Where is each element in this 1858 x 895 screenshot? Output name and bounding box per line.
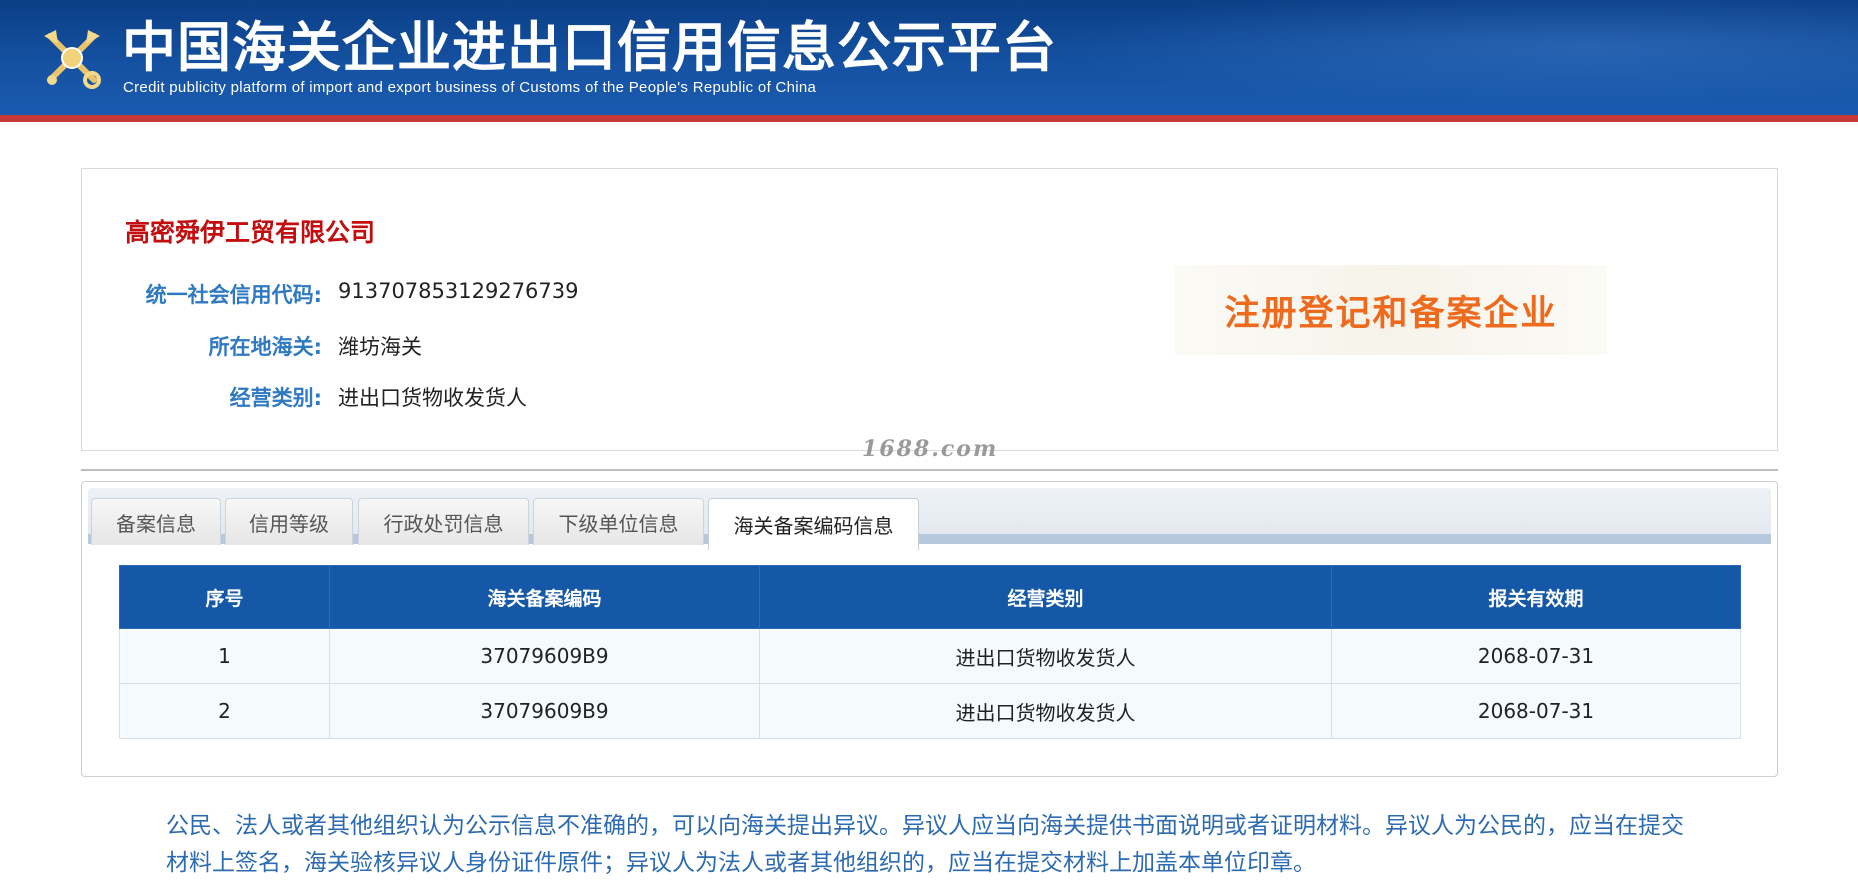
registration-stamp-text: 注册登记和备案企业	[1224, 293, 1558, 334]
col-header-index: 序号	[119, 565, 330, 629]
tab-bar: 备案信息 信用等级 行政处罚信息 下级单位信息 海关备案编码信息	[88, 488, 1771, 550]
customs-location-label: 所在地海关:	[208, 335, 322, 359]
cell-validity: 2068-07-31	[1331, 628, 1741, 684]
tab-panel: 备案信息 信用等级 行政处罚信息 下级单位信息 海关备案编码信息 序号 海关备案…	[81, 481, 1778, 777]
tab-admin-penalty[interactable]: 行政处罚信息	[358, 498, 529, 545]
col-header-code: 海关备案编码	[329, 565, 760, 629]
cell-index: 1	[119, 628, 330, 684]
customs-emblem-icon	[44, 30, 101, 89]
table-header-row: 序号 海关备案编码 经营类别 报关有效期	[119, 565, 1741, 629]
cell-code: 37079609B9	[329, 683, 760, 739]
cell-code: 37079609B9	[329, 628, 760, 684]
tab-credit-rating[interactable]: 信用等级	[225, 498, 353, 545]
cell-index: 2	[119, 683, 330, 739]
business-type-value: 进出口货物收发货人	[338, 386, 527, 410]
customs-code-table: 序号 海关备案编码 经营类别 报关有效期 1 37079609B9 进出口货物收…	[119, 565, 1741, 739]
registration-stamp: 注册登记和备案企业	[1175, 265, 1607, 355]
site-header: 中国海关企业进出口信用信息公示平台 Credit publicity platf…	[0, 0, 1858, 122]
cell-business-type: 进出口货物收发货人	[759, 628, 1332, 684]
tab-filing-info[interactable]: 备案信息	[91, 498, 221, 545]
table-row: 2 37079609B9 进出口货物收发货人 2068-07-31	[119, 683, 1741, 739]
watermark: 1688.com	[862, 436, 999, 462]
header-glow	[958, 0, 1858, 115]
cell-business-type: 进出口货物收发货人	[759, 683, 1332, 739]
col-header-business-type: 经营类别	[759, 565, 1332, 629]
credit-code-value: 913707853129276739	[338, 279, 579, 303]
col-header-validity: 报关有效期	[1331, 565, 1741, 629]
site-title: 中国海关企业进出口信用信息公示平台	[122, 16, 1057, 79]
credit-code-label: 统一社会信用代码:	[145, 283, 322, 307]
tab-subordinate-units[interactable]: 下级单位信息	[533, 498, 704, 545]
company-name: 高密舜伊工贸有限公司	[125, 218, 376, 247]
business-type-label: 经营类别:	[229, 386, 322, 410]
company-info-box: 高密舜伊工贸有限公司 统一社会信用代码: 913707853129276739 …	[81, 168, 1778, 451]
customs-location-value: 潍坊海关	[338, 335, 422, 359]
tab-customs-code[interactable]: 海关备案编码信息	[708, 498, 919, 550]
table-row: 1 37079609B9 进出口货物收发货人 2068-07-31	[119, 628, 1741, 684]
section-divider	[81, 469, 1778, 471]
cell-validity: 2068-07-31	[1331, 683, 1741, 739]
site-subtitle: Credit publicity platform of import and …	[123, 79, 817, 96]
objection-notice: 公民、法人或者其他组织认为公示信息不准确的，可以向海关提出异议。异议人应当向海关…	[166, 813, 1684, 876]
